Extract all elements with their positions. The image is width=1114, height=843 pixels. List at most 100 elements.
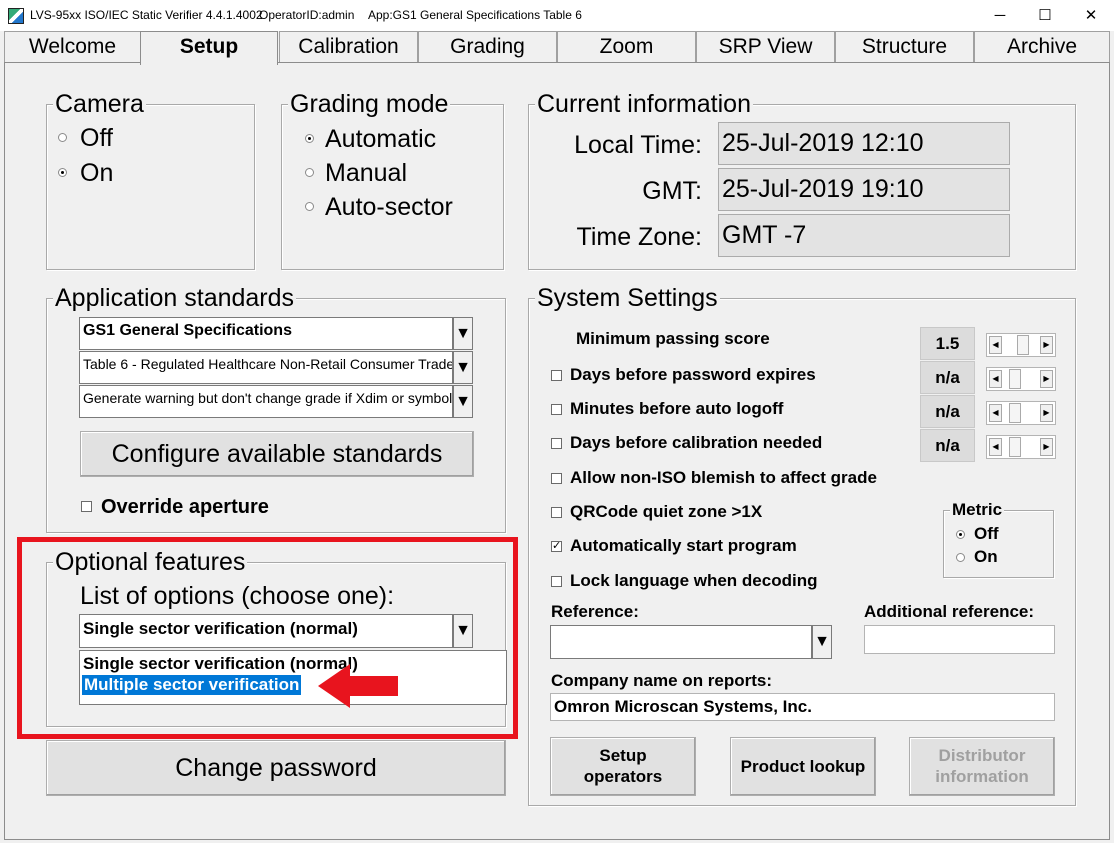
metric-group bbox=[943, 510, 1054, 578]
auto-logoff-checkbox[interactable] bbox=[551, 404, 562, 415]
setup-operators-button[interactable]: Setup operators bbox=[550, 737, 696, 796]
reference-label: Reference: bbox=[551, 602, 639, 621]
calibration-needed-slider[interactable]: ◀ ▶ bbox=[986, 435, 1056, 459]
slider-right-arrow-icon[interactable]: ▶ bbox=[1040, 438, 1053, 456]
slider-left-arrow-icon[interactable]: ◀ bbox=[989, 336, 1002, 354]
grading-manual-label[interactable]: Manual bbox=[325, 159, 407, 188]
standard-select[interactable]: GS1 General Specifications bbox=[79, 317, 453, 350]
slider-right-arrow-icon[interactable]: ▶ bbox=[1040, 370, 1053, 388]
slider-thumb[interactable] bbox=[1009, 369, 1021, 389]
lock-language-label[interactable]: Lock language when decoding bbox=[570, 571, 817, 591]
grading-automatic-label[interactable]: Automatic bbox=[325, 125, 436, 154]
time-zone-field: GMT -7 bbox=[718, 214, 1010, 257]
application-window: LVS-95xx ISO/IEC Static Verifier 4.4.1.4… bbox=[0, 0, 1114, 843]
min-passing-score-slider[interactable]: ◀ ▶ bbox=[986, 333, 1056, 357]
slider-left-arrow-icon[interactable]: ◀ bbox=[989, 438, 1002, 456]
tab-grading[interactable]: Grading bbox=[418, 31, 557, 62]
auto-logoff-label[interactable]: Minutes before auto logoff bbox=[570, 399, 783, 419]
change-password-button[interactable]: Change password bbox=[46, 740, 506, 796]
slider-right-arrow-icon[interactable]: ▶ bbox=[1040, 404, 1053, 422]
gmt-field: 25-Jul-2019 19:10 bbox=[718, 168, 1010, 211]
setup-operators-button-line1: Setup bbox=[599, 746, 647, 765]
camera-off-label[interactable]: Off bbox=[80, 124, 113, 153]
additional-reference-input[interactable] bbox=[864, 625, 1055, 654]
grading-automatic-radio[interactable] bbox=[305, 134, 314, 143]
qrcode-quiet-zone-label[interactable]: QRCode quiet zone >1X bbox=[570, 502, 762, 522]
local-time-field: 25-Jul-2019 12:10 bbox=[718, 122, 1010, 165]
warning-select[interactable]: Generate warning but don't change grade … bbox=[79, 385, 453, 418]
slider-left-arrow-icon[interactable]: ◀ bbox=[989, 370, 1002, 388]
tab-srp-view[interactable]: SRP View bbox=[696, 31, 835, 62]
maximize-button[interactable]: ☐ bbox=[1022, 0, 1068, 31]
grading-auto-sector-radio[interactable] bbox=[305, 202, 314, 211]
slider-thumb[interactable] bbox=[1017, 335, 1029, 355]
window-title-app-config: App:GS1 General Specifications Table 6 bbox=[368, 8, 582, 22]
slider-thumb[interactable] bbox=[1009, 403, 1021, 423]
metric-off-label[interactable]: Off bbox=[974, 524, 999, 544]
camera-group-title: Camera bbox=[53, 90, 146, 118]
grading-manual-radio[interactable] bbox=[305, 168, 314, 177]
standard-dropdown-arrow-icon[interactable]: ▼ bbox=[453, 317, 473, 350]
tab-structure[interactable]: Structure bbox=[835, 31, 974, 62]
title-bar: LVS-95xx ISO/IEC Static Verifier 4.4.1.4… bbox=[0, 0, 1114, 31]
application-standards-title: Application standards bbox=[53, 284, 297, 312]
non-iso-blemish-checkbox[interactable] bbox=[551, 473, 562, 484]
app-icon bbox=[8, 8, 24, 24]
password-expires-value: n/a bbox=[920, 361, 975, 394]
password-expires-label[interactable]: Days before password expires bbox=[570, 365, 816, 385]
metric-title: Metric bbox=[950, 500, 1005, 520]
additional-reference-label: Additional reference: bbox=[864, 602, 1035, 621]
tab-zoom[interactable]: Zoom bbox=[557, 31, 696, 62]
warning-dropdown-arrow-icon[interactable]: ▼ bbox=[453, 385, 473, 418]
lock-language-checkbox[interactable] bbox=[551, 576, 562, 587]
qrcode-quiet-zone-checkbox[interactable] bbox=[551, 507, 562, 518]
slider-left-arrow-icon[interactable]: ◀ bbox=[989, 404, 1002, 422]
metric-on-label[interactable]: On bbox=[974, 547, 998, 567]
calibration-needed-label[interactable]: Days before calibration needed bbox=[570, 433, 822, 453]
grading-mode-title: Grading mode bbox=[288, 90, 451, 118]
red-arrow-icon bbox=[318, 664, 398, 708]
close-button[interactable]: ✕ bbox=[1068, 0, 1114, 31]
override-aperture-checkbox[interactable] bbox=[81, 501, 92, 512]
tab-calibration[interactable]: Calibration bbox=[279, 31, 418, 62]
window-title-app: LVS-95xx ISO/IEC Static Verifier 4.4.1.4… bbox=[30, 8, 263, 22]
distributor-information-button[interactable]: Distributor information bbox=[909, 737, 1055, 796]
distributor-information-button-line2: information bbox=[935, 767, 1029, 786]
password-expires-checkbox[interactable] bbox=[551, 370, 562, 381]
camera-off-radio[interactable] bbox=[58, 133, 67, 142]
grading-auto-sector-label[interactable]: Auto-sector bbox=[325, 193, 453, 222]
camera-on-label[interactable]: On bbox=[80, 159, 113, 188]
camera-group bbox=[46, 104, 255, 270]
reference-select[interactable] bbox=[550, 625, 812, 659]
auto-logoff-value: n/a bbox=[920, 395, 975, 428]
current-information-title: Current information bbox=[535, 90, 753, 118]
tab-archive[interactable]: Archive bbox=[974, 31, 1110, 62]
camera-on-radio[interactable] bbox=[58, 168, 67, 177]
table-select[interactable]: Table 6 - Regulated Healthcare Non-Retai… bbox=[79, 351, 453, 384]
slider-right-arrow-icon[interactable]: ▶ bbox=[1040, 336, 1053, 354]
auto-start-program-checkbox[interactable]: ✓ bbox=[551, 541, 562, 552]
password-expires-slider[interactable]: ◀ ▶ bbox=[986, 367, 1056, 391]
calibration-needed-checkbox[interactable] bbox=[551, 438, 562, 449]
metric-on-radio[interactable] bbox=[956, 553, 965, 562]
product-lookup-button[interactable]: Product lookup bbox=[730, 737, 876, 796]
window-title-operator: OperatorID:admin bbox=[259, 8, 355, 22]
override-aperture-label[interactable]: Override aperture bbox=[101, 496, 269, 519]
highlight-annotation-box bbox=[17, 537, 518, 739]
auto-start-program-label[interactable]: Automatically start program bbox=[570, 536, 797, 556]
company-name-input[interactable]: Omron Microscan Systems, Inc. bbox=[550, 693, 1055, 721]
minimize-button[interactable]: ─ bbox=[977, 0, 1023, 31]
table-dropdown-arrow-icon[interactable]: ▼ bbox=[453, 351, 473, 384]
min-passing-score-value: 1.5 bbox=[920, 327, 975, 360]
local-time-label: Local Time: bbox=[574, 131, 702, 159]
configure-standards-button[interactable]: Configure available standards bbox=[80, 431, 474, 477]
gmt-label: GMT: bbox=[642, 177, 702, 205]
auto-logoff-slider[interactable]: ◀ ▶ bbox=[986, 401, 1056, 425]
slider-thumb[interactable] bbox=[1009, 437, 1021, 457]
setup-operators-button-line2: operators bbox=[583, 767, 663, 786]
non-iso-blemish-label[interactable]: Allow non-ISO blemish to affect grade bbox=[570, 468, 877, 488]
tab-setup[interactable]: Setup bbox=[140, 31, 278, 65]
tab-welcome[interactable]: Welcome bbox=[4, 31, 141, 62]
reference-dropdown-arrow-icon[interactable]: ▼ bbox=[812, 625, 832, 659]
metric-off-radio[interactable] bbox=[956, 530, 965, 539]
